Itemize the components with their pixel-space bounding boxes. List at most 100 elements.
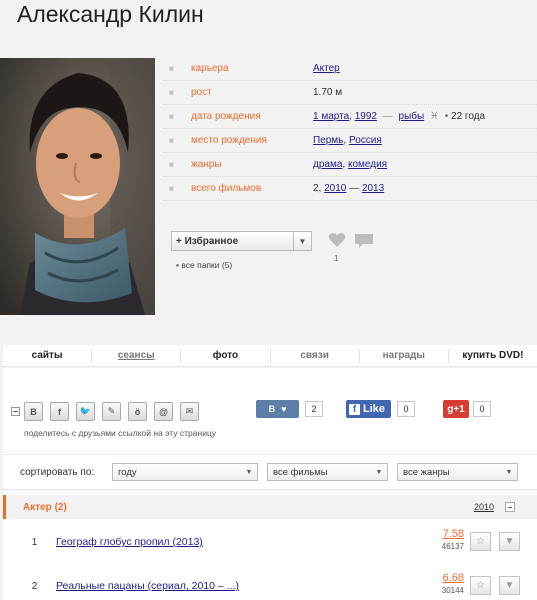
bullet-icon: ■ — [169, 136, 174, 145]
info-table: ■ карьера Актер ■ рост 1.70 м ■ дата рож… — [163, 57, 537, 201]
twitter-share-icon[interactable]: 🐦 — [76, 402, 95, 421]
star-icon: ☆ — [476, 580, 485, 591]
all-folders-link[interactable]: • все папки (5) — [176, 260, 232, 270]
facebook-like-button[interactable]: f Like — [346, 400, 391, 418]
info-row-birthdate: ■ дата рождения 1 марта, 1992 — рыбы ♓ •… — [163, 105, 537, 129]
rating-link[interactable]: 6.68 — [442, 572, 464, 584]
comment-icon — [355, 234, 373, 248]
tab-connections[interactable]: связи — [271, 348, 360, 363]
dash: — — [349, 183, 360, 194]
table-row: 1 Географ глобус пропил (2013) 7.58 4613… — [3, 520, 537, 564]
star-icon: ☆ — [476, 536, 485, 547]
tab-photo[interactable]: фото — [181, 348, 271, 363]
film-menu-button[interactable]: ▼ — [499, 576, 520, 595]
bullet-icon: ■ — [169, 160, 174, 169]
vk-like-button[interactable]: В ♥ — [256, 400, 299, 418]
career-section-header: Актер (2) 2010 — [3, 495, 537, 519]
tab-sessions[interactable]: сеансы — [92, 348, 182, 363]
info-row-birthplace: ■ место рождения Пермь, Россия — [163, 129, 537, 153]
info-row-career: ■ карьера Актер — [163, 57, 537, 81]
like-button[interactable] — [327, 232, 347, 251]
film-title-link[interactable]: Географ глобус пропил (2013) — [56, 536, 203, 548]
vkontakte-share-icon[interactable]: В — [24, 402, 43, 421]
tab-bar: сайты сеансы фото связи награды купить D… — [3, 345, 537, 367]
collapse-icon[interactable] — [11, 407, 20, 416]
info-label: рост — [191, 87, 212, 98]
like-count: 1 — [334, 254, 339, 263]
sort-bar: сортировать по: году ▼ все фильмы ▼ все … — [3, 454, 537, 490]
film-menu-button[interactable]: ▼ — [499, 532, 520, 551]
info-row-height: ■ рост 1.70 м — [163, 81, 537, 105]
genre-link[interactable]: драма — [313, 159, 342, 170]
info-label: карьера — [191, 63, 229, 74]
chevron-down-icon: ▼ — [504, 580, 515, 591]
film-number: 2 — [31, 580, 38, 592]
films-filter-value: все фильмы — [273, 466, 328, 478]
info-label: жанры — [191, 159, 222, 170]
vk-icon: В — [268, 404, 276, 414]
films-filter-select[interactable]: все фильмы ▼ — [267, 463, 388, 481]
age-value: 22 года — [451, 111, 486, 122]
genres-filter-select[interactable]: все жанры ▼ — [397, 463, 518, 481]
film-title-link[interactable]: Реальные пацаны (сериал, 2010 – ...) — [56, 580, 239, 592]
star-button[interactable]: ☆ — [470, 576, 491, 595]
career-link[interactable]: Актер — [313, 63, 340, 74]
chevron-down-icon: ▼ — [505, 468, 513, 476]
year-to-link[interactable]: 2013 — [362, 183, 384, 194]
section-year-link[interactable]: 2010 — [474, 502, 494, 512]
collapse-icon[interactable] — [505, 502, 515, 512]
facebook-like-count: 0 — [397, 401, 415, 417]
tab-sites[interactable]: сайты — [3, 348, 93, 363]
films-count: 2, — [313, 183, 322, 194]
star-button[interactable]: ☆ — [470, 532, 491, 551]
gplus-button[interactable]: g+1 — [443, 400, 469, 418]
section-title: Актер (2) — [23, 501, 67, 513]
height-value: 1.70 м — [313, 87, 343, 98]
country-link[interactable]: Россия — [349, 135, 382, 146]
odnoklassniki-share-icon[interactable]: ö — [128, 402, 147, 421]
comment-button[interactable] — [354, 233, 374, 252]
chevron-down-icon: ▼ — [245, 468, 253, 476]
zodiac-link[interactable]: рыбы — [399, 111, 425, 122]
favorites-dropdown[interactable]: + Избранное ▼ — [171, 231, 312, 251]
info-label: место рождения — [191, 135, 267, 146]
birth-date-link[interactable]: 1 марта — [313, 111, 349, 122]
genre-link[interactable]: комедия — [348, 159, 387, 170]
share-caption: поделитесь с друзьями ссылкой на эту стр… — [24, 428, 217, 438]
chevron-down-icon: ▼ — [504, 536, 515, 547]
facebook-icon: f — [349, 403, 360, 415]
film-rating: 7.58 46137 — [442, 528, 464, 552]
vk-like-count: 2 — [305, 401, 323, 417]
bullet-icon: ■ — [169, 88, 174, 97]
page-title: Александр Килин — [17, 1, 204, 27]
film-rating: 6.68 30144 — [442, 572, 464, 596]
livejournal-share-icon[interactable]: ✎ — [102, 402, 121, 421]
chevron-down-icon[interactable]: ▼ — [293, 232, 311, 250]
email-share-icon[interactable]: ✉ — [180, 402, 199, 421]
city-link[interactable]: Пермь — [313, 135, 343, 146]
tab-buy-dvd[interactable]: купить DVD! — [449, 349, 537, 363]
tab-awards[interactable]: награды — [360, 348, 449, 363]
filmography-panel: В f 🐦 ✎ ö @ ✉ поделитесь с друзьями ссыл… — [3, 368, 537, 600]
birth-year-link[interactable]: 1992 — [355, 111, 377, 122]
mymail-share-icon[interactable]: @ — [154, 402, 173, 421]
info-row-total-films: ■ всего фильмов 2, 2010 — 2013 — [163, 177, 537, 201]
film-number: 1 — [31, 536, 38, 548]
bullet-icon: ■ — [169, 184, 174, 193]
facebook-like-label: Like — [363, 403, 386, 415]
votes-count: 30144 — [441, 586, 464, 595]
share-toolbar: В f 🐦 ✎ ö @ ✉ — [11, 402, 206, 421]
info-label: всего фильмов — [191, 183, 262, 194]
bullet-icon: ■ — [169, 64, 174, 73]
portrait-image — [0, 58, 155, 315]
actor-photo[interactable] — [0, 58, 155, 315]
favorites-label: + Избранное — [176, 235, 239, 247]
facebook-share-icon[interactable]: f — [50, 402, 69, 421]
info-label: дата рождения — [191, 111, 261, 122]
chevron-down-icon: ▼ — [375, 468, 383, 476]
sort-label: сортировать по: — [20, 466, 95, 478]
sort-by-select[interactable]: году ▼ — [112, 463, 258, 481]
rating-link[interactable]: 7.58 — [442, 528, 464, 540]
year-from-link[interactable]: 2010 — [324, 183, 346, 194]
bullet-icon: ■ — [169, 112, 174, 121]
